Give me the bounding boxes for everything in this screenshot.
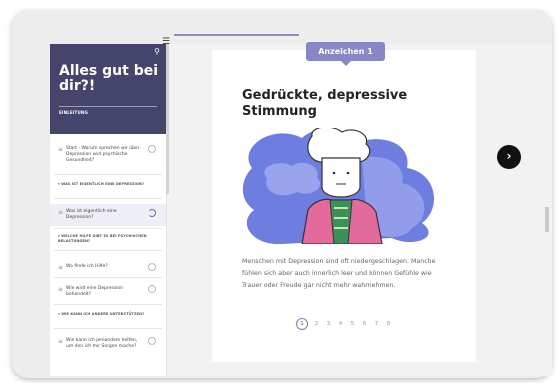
section-label: WELCHE HILFE GIBT ES BEI PSYCHISCHEN BEL… <box>58 234 147 243</box>
section-heading[interactable]: ▾ WIE KANN ICH ANDERE UNTERSTÜTZEN? <box>58 312 158 317</box>
sidebar-header: ⚲ Alles gut bei dir?! EINLEITUNG <box>50 44 166 134</box>
divider <box>59 106 157 107</box>
lesson-label: Was ist eigentlich eine Depression? <box>66 209 117 220</box>
divider <box>54 304 162 305</box>
page-button-6[interactable]: 6 <box>361 321 368 327</box>
divider <box>54 198 162 199</box>
progress-circle-icon <box>148 209 156 217</box>
progress-circle-icon <box>148 285 156 293</box>
divider <box>54 328 162 329</box>
section-label: WAS IST EIGENTLICH EINE DEPRESSION? <box>61 182 145 186</box>
page-button-1[interactable]: 1 <box>296 318 308 330</box>
progress-circle-icon <box>148 145 156 153</box>
card-body-text: Menschen mit Depression sind oft niederg… <box>242 258 436 289</box>
divider <box>54 228 162 229</box>
page-button-5[interactable]: 5 <box>349 321 356 327</box>
section-label: EINLEITUNG <box>59 110 88 115</box>
content-scrollbar[interactable] <box>545 207 549 232</box>
chevron-right-icon: › <box>506 149 512 163</box>
page-button-3[interactable]: 3 <box>325 321 332 327</box>
lesson-label: Wie kann ich jemandem helfen, um den ich… <box>66 338 138 349</box>
page-button-4[interactable]: 4 <box>337 321 344 327</box>
section-label: WIE KANN ICH ANDERE UNTERSTÜTZEN? <box>61 312 145 316</box>
section-heading[interactable]: ▾ WAS IST EIGENTLICH EINE DEPRESSION? <box>58 182 158 187</box>
step-badge: Anzeichen 1 <box>306 42 385 66</box>
menu-icon[interactable]: ☰ <box>162 38 170 47</box>
sidebar: ⚲ Alles gut bei dir?! EINLEITUNG ≡ Start… <box>50 44 167 376</box>
page-button-8[interactable]: 8 <box>385 321 392 327</box>
lesson-item-depression[interactable]: ≡ Was ist eigentlich eine Depression? <box>50 204 166 226</box>
pagination: 1 2 3 4 5 6 7 8 <box>296 318 392 330</box>
divider <box>54 250 162 251</box>
course-title: Alles gut bei dir?! <box>59 63 159 94</box>
sidebar-scrollbar[interactable] <box>166 44 169 194</box>
page-button-2[interactable]: 2 <box>313 321 320 327</box>
lesson-icon: ≡ <box>58 338 64 345</box>
illustration-image <box>242 128 447 244</box>
divider <box>54 277 162 278</box>
next-button[interactable]: › <box>497 145 521 169</box>
lesson-label: Wie wird eine Depression behandelt? <box>66 286 124 297</box>
divider <box>54 174 162 175</box>
progress-circle-icon <box>148 263 156 271</box>
lesson-icon: ≡ <box>58 146 64 153</box>
lesson-icon: ≡ <box>58 209 64 216</box>
lesson-icon: ≡ <box>58 286 64 293</box>
section-heading[interactable]: ▾ WELCHE HILFE GIBT ES BEI PSYCHISCHEN B… <box>58 234 158 244</box>
page-button-7[interactable]: 7 <box>373 321 380 327</box>
lesson-label: Wo finde ich Hilfe? <box>66 264 108 269</box>
search-icon[interactable]: ⚲ <box>154 47 160 56</box>
lesson-label: Start - Warum sprechen wir über Depressi… <box>66 146 140 163</box>
card-title: Gedrückte, depressive Stimmung <box>242 88 408 119</box>
progress-circle-icon <box>148 337 156 345</box>
progress-bar <box>174 34 299 36</box>
lesson-icon: ≡ <box>58 264 64 271</box>
